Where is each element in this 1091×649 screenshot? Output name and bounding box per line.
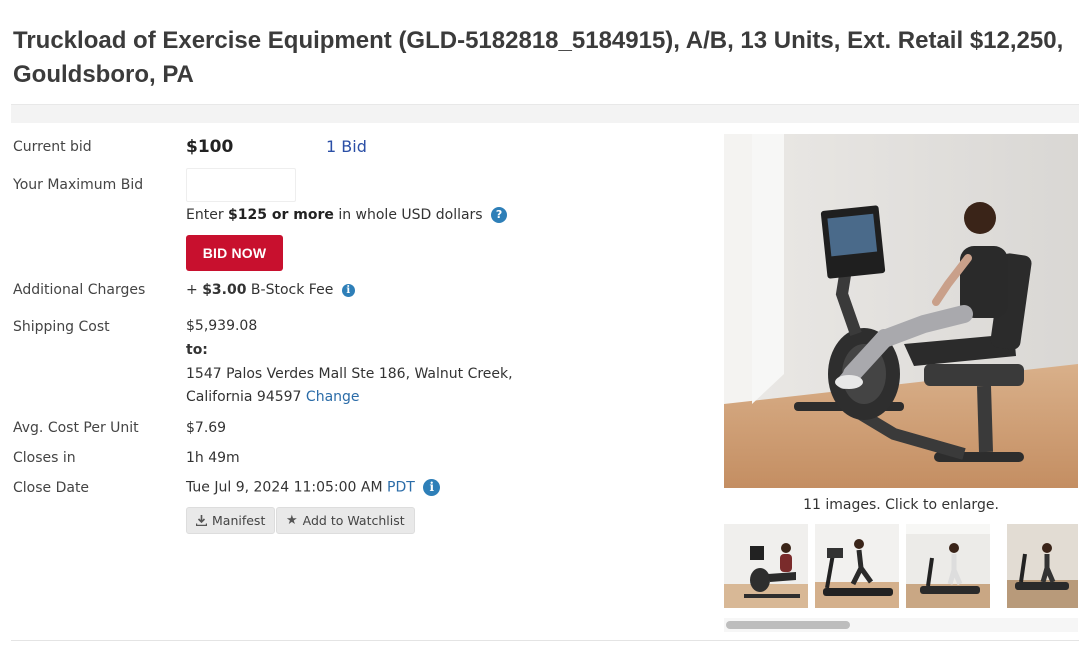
section-divider: [11, 104, 1079, 123]
shipping-to-label: to:: [186, 342, 208, 358]
additional-charges-value: + $3.00 B-Stock Fee i: [186, 282, 355, 298]
current-bid-label: Current bid: [13, 139, 92, 155]
main-product-image[interactable]: [724, 134, 1078, 488]
bid-count-link[interactable]: 1 Bid: [326, 137, 367, 156]
avg-cost-value: $7.69: [186, 420, 227, 436]
change-address-link[interactable]: Change: [306, 389, 360, 405]
download-icon: [196, 515, 207, 526]
shipping-address-state: California 94597: [186, 389, 302, 405]
bid-now-button[interactable]: BID NOW: [186, 235, 283, 271]
thumbnail-treadmill[interactable]: [815, 524, 899, 608]
shipping-cost-label: Shipping Cost: [13, 319, 110, 335]
charge-prefix: +: [186, 282, 203, 298]
recumbent-bike-photo: [724, 134, 1078, 488]
thumbnail-scrollbar[interactable]: [724, 618, 1078, 632]
shipping-cost-value: $5,939.08: [186, 318, 258, 334]
close-date-value: Tue Jul 9, 2024 11:05:00 AM PDT i: [186, 479, 441, 496]
bid-hint-suffix: in whole USD dollars: [333, 207, 483, 223]
manifest-label: Manifest: [212, 513, 266, 528]
manifest-button[interactable]: Manifest: [186, 507, 276, 534]
thumbnail-treadmill-room[interactable]: [1007, 524, 1078, 608]
thumbnail-recumbent-bike[interactable]: [724, 524, 808, 608]
question-icon[interactable]: ?: [491, 207, 508, 223]
bid-hint: Enter $125 or more in whole USD dollars …: [186, 207, 508, 223]
thumbnail-image: [906, 524, 990, 608]
watchlist-label: Add to Watchlist: [302, 513, 405, 528]
charge-name: B-Stock Fee: [246, 282, 334, 298]
shipping-address-line2: California 94597 Change: [186, 389, 360, 405]
shipping-address-line1: 1547 Palos Verdes Mall Ste 186, Walnut C…: [186, 366, 513, 382]
info-icon[interactable]: i: [341, 283, 355, 297]
charge-amount: $3.00: [202, 282, 247, 298]
close-date-time: Tue Jul 9, 2024 11:05:00 AM: [186, 479, 383, 496]
scrollbar-thumb[interactable]: [726, 621, 850, 629]
closes-in-label: Closes in: [13, 450, 76, 466]
avg-cost-label: Avg. Cost Per Unit: [13, 420, 139, 436]
listing-title: Truckload of Exercise Equipment (GLD-518…: [13, 27, 1064, 88]
thumbnail-image: [1007, 524, 1078, 608]
current-bid-value: $100: [186, 137, 234, 157]
thumbnail-treadmill-walking[interactable]: [906, 524, 990, 608]
max-bid-label: Your Maximum Bid: [13, 177, 144, 193]
gallery-caption: 11 images. Click to enlarge.: [803, 497, 999, 513]
close-date-label: Close Date: [13, 480, 90, 496]
bottom-divider: [11, 640, 1079, 641]
add-to-watchlist-button[interactable]: ★ Add to Watchlist: [276, 507, 415, 534]
additional-charges-label: Additional Charges: [13, 282, 146, 298]
star-icon: ★: [286, 513, 298, 528]
thumbnail-image: [724, 524, 808, 608]
bid-hint-prefix: Enter: [186, 207, 229, 223]
info-icon[interactable]: i: [423, 479, 441, 496]
timezone-link[interactable]: PDT: [387, 480, 415, 496]
thumbnail-image: [815, 524, 899, 608]
max-bid-input[interactable]: [186, 168, 296, 202]
bid-hint-amount: $125 or more: [228, 207, 334, 223]
closes-in-value: 1h 49m: [186, 450, 240, 466]
